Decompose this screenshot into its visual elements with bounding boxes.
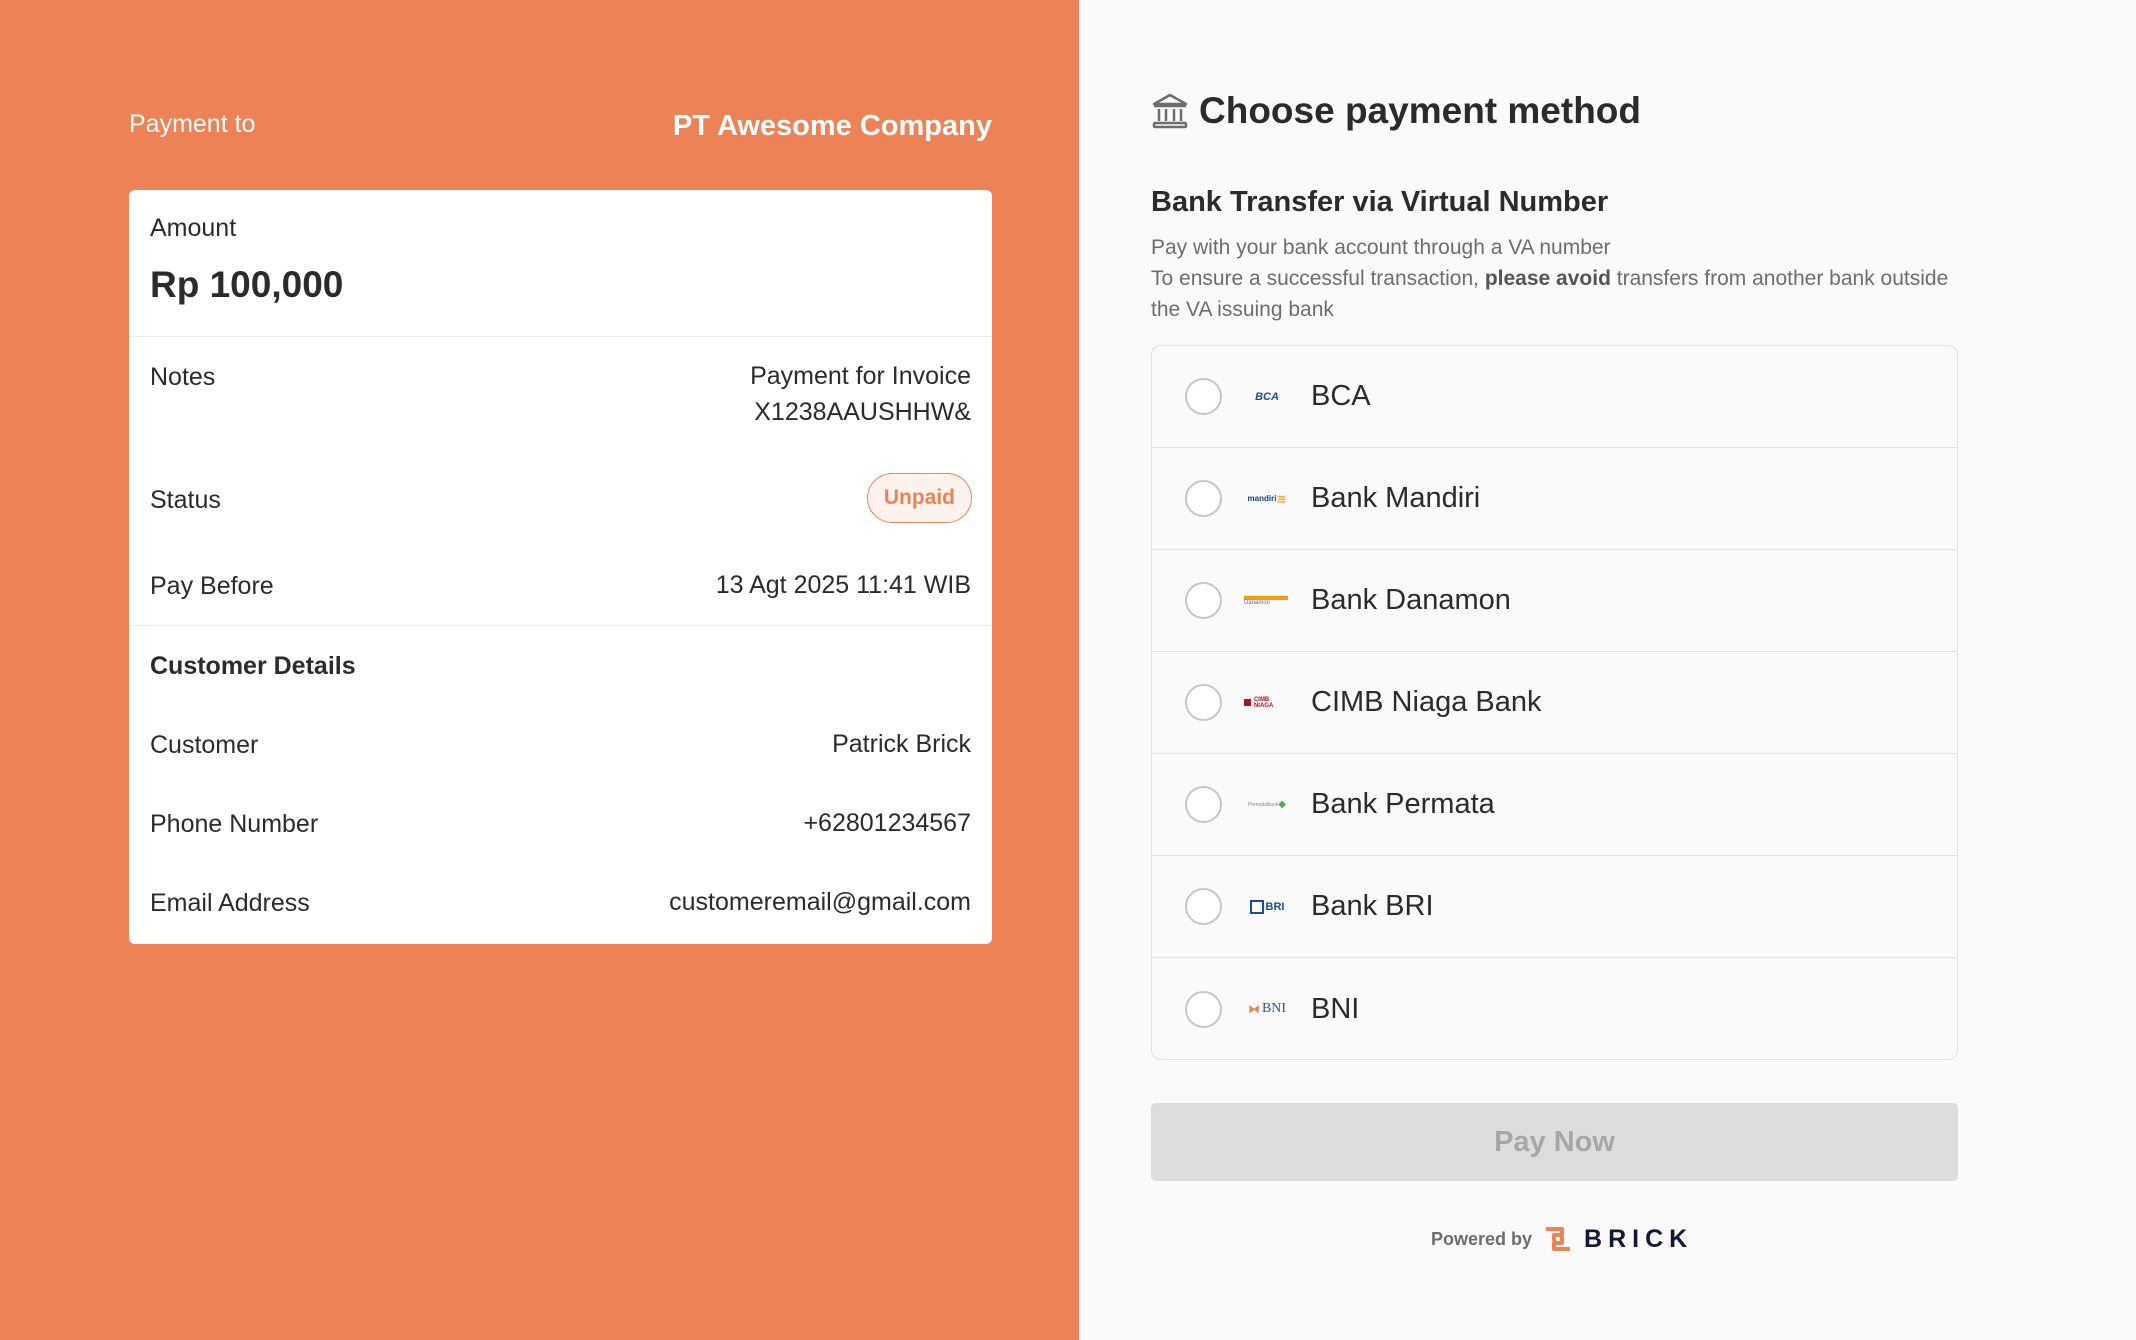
notes-value-line2: X1238AAUSHHW& xyxy=(754,398,971,426)
divider xyxy=(129,336,992,337)
radio-button[interactable] xyxy=(1185,888,1222,925)
desc-line2: To ensure a successful transaction, plea… xyxy=(1151,263,1971,325)
notes-label: Notes xyxy=(150,363,216,391)
customer-value: Patrick Brick xyxy=(832,730,971,758)
bni-logo-icon: ⧓ BNI xyxy=(1247,1001,1287,1016)
brick-wordmark: BRICK xyxy=(1584,1224,1694,1253)
radio-button[interactable] xyxy=(1185,480,1222,517)
method-title: Bank Transfer via Virtual Number xyxy=(1151,186,1609,218)
bank-icon xyxy=(1152,93,1188,129)
bank-option-bri[interactable]: BRI Bank BRI xyxy=(1152,856,1957,958)
bank-option-permata[interactable]: PermataBank ◆ Bank Permata xyxy=(1152,754,1957,856)
bca-logo-icon: BCA xyxy=(1255,390,1279,403)
bri-logo-icon: BRI xyxy=(1244,897,1290,917)
bank-option-bni[interactable]: ⧓ BNI BNI xyxy=(1152,958,1957,1059)
customer-details-title: Customer Details xyxy=(150,652,356,680)
bank-name: Bank BRI xyxy=(1311,890,1434,922)
divider xyxy=(129,625,992,626)
phone-label: Phone Number xyxy=(150,810,319,838)
radio-button[interactable] xyxy=(1185,582,1222,619)
amount-value: Rp 100,000 xyxy=(150,264,344,305)
status-label: Status xyxy=(150,486,221,514)
notes-value: Payment for Invoice X1238AAUSHHW& xyxy=(750,358,971,430)
bank-name: Bank Permata xyxy=(1311,788,1495,820)
bank-name: CIMB Niaga Bank xyxy=(1311,686,1542,718)
danamon-logo-icon: Danamon xyxy=(1244,591,1290,611)
desc-line2-bold: please avoid xyxy=(1484,267,1611,290)
status-badge: Unpaid xyxy=(866,473,972,523)
email-value: customeremail@gmail.com xyxy=(669,888,971,916)
pay-before-label: Pay Before xyxy=(150,572,274,600)
bank-option-cimb-niaga[interactable]: CIMB NIAGA CIMB Niaga Bank xyxy=(1152,652,1957,754)
brick-logo-icon xyxy=(1546,1227,1571,1251)
permata-logo-icon: PermataBank ◆ xyxy=(1248,799,1286,810)
customer-label: Customer xyxy=(150,731,259,759)
radio-button[interactable] xyxy=(1185,786,1222,823)
bank-name: BNI xyxy=(1311,992,1360,1025)
desc-line2-pre: To ensure a successful transaction, xyxy=(1151,267,1485,290)
bank-name: Bank Mandiri xyxy=(1311,482,1481,514)
email-label: Email Address xyxy=(150,889,310,917)
powered-by-label: Powered by xyxy=(1431,1228,1533,1249)
bank-option-danamon[interactable]: Danamon Bank Danamon xyxy=(1152,550,1957,652)
pay-before-value: 13 Agt 2025 11:41 WIB xyxy=(715,571,971,599)
phone-value: +62801234567 xyxy=(803,809,971,837)
radio-button[interactable] xyxy=(1185,684,1222,721)
invoice-summary-panel: Payment to PT Awesome Company Amount Rp … xyxy=(0,0,1079,1340)
powered-by: Powered by BRICK xyxy=(1431,1223,1693,1255)
bank-option-mandiri[interactable]: mandiri ≋ Bank Mandiri xyxy=(1152,448,1957,550)
bank-option-bca[interactable]: BCA BCA xyxy=(1152,346,1957,448)
payment-to-label: Payment to xyxy=(129,110,256,138)
bank-name: Bank Danamon xyxy=(1311,584,1511,616)
payment-heading-title: Choose payment method xyxy=(1199,90,1641,131)
amount-label: Amount xyxy=(150,214,237,242)
merchant-name: PT Awesome Company xyxy=(672,110,992,142)
pay-now-button[interactable]: Pay Now xyxy=(1151,1103,1958,1181)
method-description: Pay with your bank account through a VA … xyxy=(1151,232,1971,325)
notes-value-line1: Payment for Invoice xyxy=(750,362,971,390)
mandiri-logo-icon: mandiri ≋ xyxy=(1247,491,1287,506)
invoice-card: Amount Rp 100,000 Notes Payment for Invo… xyxy=(129,190,992,944)
payment-heading: Choose payment method xyxy=(1151,90,1641,132)
bank-name: BCA xyxy=(1311,380,1371,412)
radio-button[interactable] xyxy=(1185,378,1222,415)
cimb-niaga-logo-icon: CIMB NIAGA xyxy=(1244,693,1290,713)
desc-line1: Pay with your bank account through a VA … xyxy=(1151,236,1611,259)
radio-button[interactable] xyxy=(1185,990,1222,1028)
bank-list: BCA BCA mandiri ≋ Bank Mandiri Danamon Ba… xyxy=(1151,345,1958,1060)
